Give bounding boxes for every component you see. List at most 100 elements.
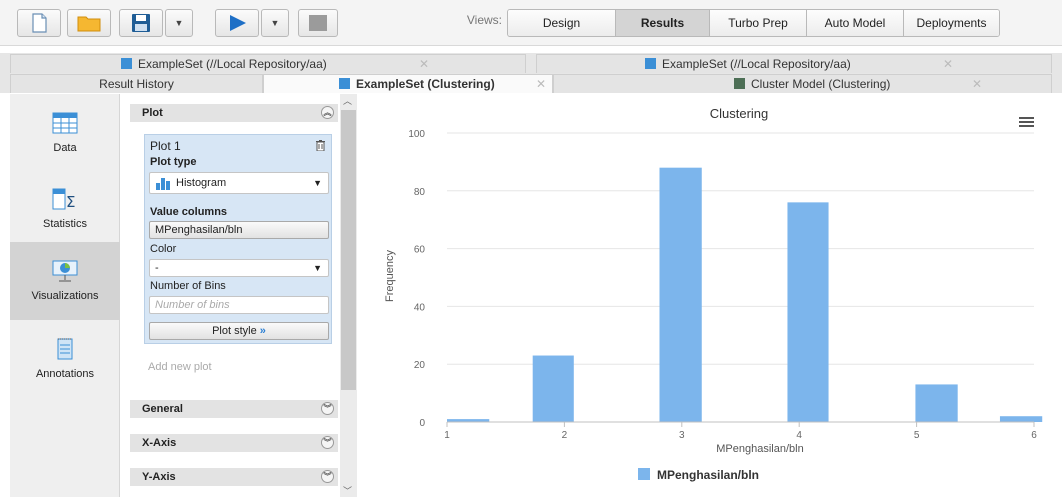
sidebar-item-label: Statistics [42,218,87,230]
folder-icon [77,16,101,32]
sidebar-item-label: Annotations [35,368,95,380]
tab-label: ExampleSet (//Local Repository/aa) [138,57,327,71]
x-tick-label: 3 [679,430,685,441]
histogram-icon [156,178,170,190]
histogram-bar[interactable] [999,416,1043,422]
tab-exampleset-aa-1[interactable]: ExampleSet (//Local Repository/aa) ✕ [10,54,526,73]
histogram-bar[interactable] [787,202,829,422]
view-design-button[interactable]: Design [508,10,615,36]
play-icon [230,15,246,31]
trash-icon[interactable] [316,140,325,151]
histogram-chart: 1 2 3 4 5 6 0 20 40 60 80 100 Clustering MPenghasi… [357,94,1062,497]
plot-style-button[interactable]: Plot style » [149,322,329,340]
close-icon[interactable]: ✕ [536,75,546,94]
plot-type-select[interactable]: Histogram ▼ [149,172,329,194]
section-header-x-axis[interactable]: X-Axis ︾ [130,434,338,452]
close-icon[interactable]: ✕ [943,55,953,74]
expand-icon[interactable]: ︾ [321,402,334,415]
color-select[interactable]: - ▼ [149,259,329,277]
run-dropdown-button[interactable]: ▼ [261,9,289,37]
cluster-model-icon [734,78,745,89]
tab-cluster-model[interactable]: Cluster Model (Clustering) ✕ [553,74,1052,93]
double-chevron-right-icon: » [259,325,266,337]
number-of-bins-placeholder: Number of bins [155,299,230,311]
value-columns-button[interactable]: MPenghasilan/bln [149,221,329,239]
collapse-icon[interactable]: ︽ [321,106,334,119]
x-axis-label: MPenghasilan/bln [716,443,803,455]
tab-exampleset-clustering[interactable]: ExampleSet (Clustering) ✕ [263,74,553,93]
section-header-general[interactable]: General ︾ [130,400,338,418]
caret-down-icon: ▼ [174,18,184,28]
y-tick-label: 20 [414,360,426,371]
add-new-plot-link[interactable]: Add new plot [148,361,212,373]
views-switcher: Design Results Turbo Prep Auto Model Dep… [507,9,1000,37]
save-icon [132,14,150,32]
section-title: Plot [142,107,163,119]
run-process-button[interactable] [215,9,259,37]
views-label: Views: [466,13,502,27]
legend-swatch [638,468,650,480]
y-tick-label: 0 [419,418,425,429]
plot-config-panel: Plot ︽ Plot 1 Plot type Histogram ▼ Valu… [128,94,340,497]
save-dropdown-button[interactable]: ▼ [165,9,193,37]
main-toolbar: ▼ ▼ Views: Design Results Turbo Prep Aut… [0,0,1062,46]
save-button[interactable] [119,9,163,37]
tab-exampleset-aa-2[interactable]: ExampleSet (//Local Repository/aa) ✕ [536,54,1052,73]
scroll-down-icon[interactable]: ﹀ [343,484,352,497]
scroll-up-icon[interactable]: ︿ [343,94,352,107]
sidebar-item-label: Visualizations [31,290,99,302]
stop-process-button[interactable] [298,9,338,37]
x-tick-label: 2 [562,430,568,441]
chart-title: Clustering [710,106,769,121]
result-view-sidebar: Data Σ Statistics Visualizations Annotat… [10,94,120,497]
sidebar-item-visualizations[interactable]: Visualizations [10,242,120,320]
section-header-plot[interactable]: Plot ︽ [130,104,338,122]
y-axis-label: Frequency [384,250,396,302]
svg-text:Σ: Σ [66,193,75,210]
legend-label: MPenghasilan/bln [657,468,759,482]
view-auto-model-button[interactable]: Auto Model [806,10,903,36]
sidebar-item-statistics[interactable]: Σ Statistics [10,170,120,248]
view-results-button[interactable]: Results [615,10,709,36]
color-label: Color [150,243,177,255]
open-process-button[interactable] [67,9,111,37]
histogram-bar[interactable] [659,167,702,422]
chart-legend[interactable]: MPenghasilan/bln [638,468,759,482]
y-tick-label: 100 [408,129,425,140]
chart-menu-icon[interactable] [1019,117,1034,127]
scrollbar-thumb[interactable] [341,110,356,390]
color-value: - [155,262,159,274]
close-icon[interactable]: ✕ [972,75,982,94]
new-process-button[interactable] [17,9,61,37]
plot-type-label: Plot type [150,156,197,168]
caret-down-icon: ▼ [313,178,322,188]
x-tick-label: 1 [444,430,450,441]
table-icon [52,112,78,134]
x-tick-label: 4 [796,430,802,441]
section-title: Y-Axis [142,471,176,483]
section-header-y-axis[interactable]: Y-Axis ︾ [130,468,338,486]
notes-icon [57,338,73,360]
stop-icon [309,15,327,31]
view-deployments-button[interactable]: Deployments [903,10,999,36]
expand-icon[interactable]: ︾ [321,470,334,483]
sidebar-item-label: Data [53,142,77,154]
tab-result-history[interactable]: Result History [10,74,263,93]
histogram-bar[interactable] [915,384,958,422]
y-tick-label: 40 [414,302,426,313]
chart-canvas: 1 2 3 4 5 6 0 20 40 60 80 100 Clustering MPenghasi… [384,106,1043,482]
sidebar-item-data[interactable]: Data [10,94,120,172]
histogram-bar[interactable] [532,355,574,422]
number-of-bins-label: Number of Bins [150,280,226,292]
sidebar-item-annotations[interactable]: Annotations [10,320,120,398]
caret-down-icon: ▼ [313,263,322,273]
close-icon[interactable]: ✕ [419,55,429,74]
view-turbo-prep-button[interactable]: Turbo Prep [709,10,806,36]
expand-icon[interactable]: ︾ [321,436,334,449]
value-columns-label: Value columns [150,206,228,218]
plot-type-value: Histogram [176,177,227,189]
new-document-icon [32,13,47,33]
number-of-bins-input[interactable]: Number of bins [149,296,329,314]
tab-label: Cluster Model (Clustering) [751,77,891,91]
table-icon [645,58,656,69]
